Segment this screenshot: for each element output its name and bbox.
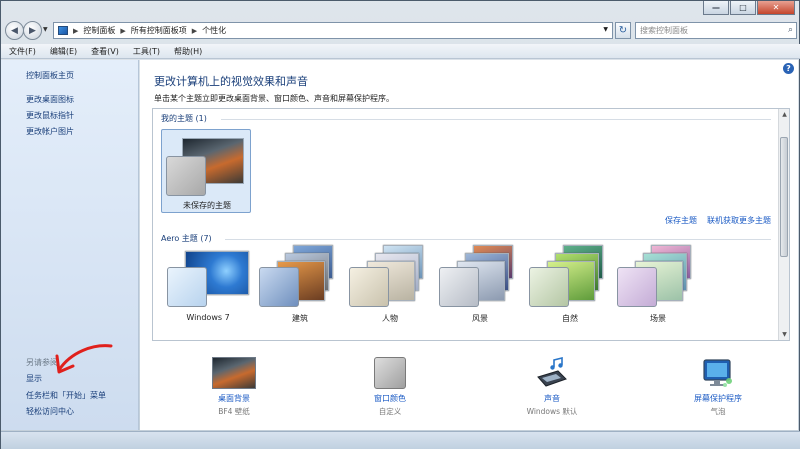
page-description: 单击某个主题立即更改桌面背景、窗口颜色、声音和屏幕保护程序。: [154, 94, 394, 103]
window-color-value: 自定义: [378, 407, 402, 416]
maximize-button[interactable]: □: [730, 1, 756, 15]
save-theme-link[interactable]: 保存主题: [665, 215, 697, 226]
breadcrumb-separator-icon[interactable]: ▶: [192, 27, 197, 35]
minimize-button[interactable]: —: [703, 1, 729, 15]
navigation-bar: ◀ ▶ ▼ ▶ 控制面板 ▶ 所有控制面板项 ▶ 个性化 ▼ ↻ 搜索控制面板 …: [1, 19, 800, 43]
breadcrumb-personalization[interactable]: 个性化: [202, 25, 226, 36]
screen-saver-icon: [703, 359, 732, 387]
page-title: 更改计算机上的视觉效果和声音: [154, 75, 308, 88]
sounds-label: 声音: [544, 394, 560, 403]
theme-name: Windows 7: [186, 313, 230, 322]
taskbar-start-menu-link[interactable]: 任务栏和「开始」菜单: [26, 390, 106, 401]
theme-name: 未保存的主题: [183, 201, 231, 210]
theme-name: 人物: [382, 314, 398, 323]
window-color-icon: [374, 357, 406, 389]
theme-name: 自然: [562, 314, 578, 323]
red-arrow-annotation: [55, 344, 113, 374]
task-pane: 控制面板主页 更改桌面图标 更改鼠标指针 更改帐户图片 另请参阅 显示 任务栏和…: [1, 60, 139, 430]
desktop-background-label: 桌面背景: [218, 394, 250, 403]
search-input[interactable]: 搜索控制面板 ⌕: [635, 22, 797, 39]
help-icon[interactable]: ?: [783, 63, 794, 74]
change-desktop-icons-link[interactable]: 更改桌面图标: [26, 94, 74, 105]
theme-name: 风景: [472, 314, 488, 323]
ease-of-access-link[interactable]: 轻松访问中心: [26, 406, 74, 417]
menu-tools[interactable]: 工具(T): [133, 46, 160, 57]
menu-view[interactable]: 查看(V): [91, 46, 119, 57]
my-themes-group-label: 我的主题 (1): [161, 114, 207, 123]
screen-saver-label: 屏幕保护程序: [694, 394, 742, 403]
get-more-themes-link[interactable]: 联机获取更多主题: [707, 215, 771, 226]
sounds-button[interactable]: 声音 Windows 默认: [492, 357, 612, 417]
control-panel-home-link[interactable]: 控制面板主页: [26, 70, 74, 81]
breadcrumb-separator-icon[interactable]: ▶: [120, 27, 125, 35]
aero-theme-tile[interactable]: 建筑: [255, 245, 345, 329]
sounds-value: Windows 默认: [526, 407, 578, 416]
scroll-thumb[interactable]: [780, 137, 788, 257]
window-color-button[interactable]: 窗口颜色 自定义: [330, 357, 450, 417]
screen-saver-value: 气泡: [710, 407, 726, 416]
unsaved-theme-tile[interactable]: 未保存的主题: [161, 129, 251, 213]
status-bar: [1, 431, 800, 449]
group-divider: [225, 239, 771, 240]
theme-name: 建筑: [292, 314, 308, 323]
breadcrumb-control-panel[interactable]: 控制面板: [83, 25, 115, 36]
scroll-down-icon[interactable]: ▼: [780, 330, 789, 339]
forward-arrow-icon[interactable]: ▶: [23, 21, 42, 40]
theme-name: 场景: [650, 314, 666, 323]
aero-theme-tile[interactable]: 场景: [613, 245, 703, 329]
back-arrow-icon[interactable]: ◀: [5, 21, 24, 40]
aero-themes-group-label: Aero 主题 (7): [161, 234, 212, 243]
aero-theme-tile[interactable]: 人物: [345, 245, 435, 329]
display-link[interactable]: 显示: [26, 373, 42, 384]
desktop-background-value: BF4 壁纸: [218, 407, 250, 416]
theme-actions: 保存主题 联机获取更多主题: [665, 215, 771, 226]
menu-edit[interactable]: 编辑(E): [50, 46, 77, 57]
window-color-swatch: [529, 267, 569, 307]
window-color-label: 窗口颜色: [374, 394, 406, 403]
search-placeholder: 搜索控制面板: [640, 26, 688, 35]
menu-help[interactable]: 帮助(H): [174, 46, 202, 57]
sounds-icon: [537, 357, 567, 387]
aero-theme-tile[interactable]: 风景: [435, 245, 525, 329]
search-icon[interactable]: ⌕: [788, 25, 793, 35]
personalization-window: — □ ✕ ◀ ▶ ▼ ▶ 控制面板 ▶ 所有控制面板项 ▶ 个性化 ▼ ↻ 搜…: [0, 0, 800, 449]
breadcrumb-all-items[interactable]: 所有控制面板项: [131, 25, 187, 36]
refresh-icon[interactable]: ↻: [615, 22, 631, 39]
address-bar[interactable]: ▶ 控制面板 ▶ 所有控制面板项 ▶ 个性化 ▼: [53, 22, 613, 39]
control-panel-icon: [58, 26, 68, 35]
theme-gallery-scrollbar[interactable]: ▲ ▼: [778, 109, 789, 340]
aero-theme-tile[interactable]: Windows 7: [163, 249, 253, 329]
window-color-swatch: [167, 267, 207, 307]
desktop-background-button[interactable]: 桌面背景 BF4 壁纸: [174, 357, 294, 417]
change-account-picture-link[interactable]: 更改帐户图片: [26, 126, 74, 137]
address-dropdown-icon[interactable]: ▼: [603, 26, 608, 33]
scroll-up-icon[interactable]: ▲: [780, 110, 789, 119]
window-color-swatch: [349, 267, 389, 307]
window-color-swatch: [439, 267, 479, 307]
window-controls: — □ ✕: [703, 1, 795, 15]
content-pane: ? 更改计算机上的视觉效果和声音 单击某个主题立即更改桌面背景、窗口颜色、声音和…: [140, 60, 798, 430]
aero-theme-tile[interactable]: 自然: [525, 245, 615, 329]
theme-gallery: 我的主题 (1) 未保存的主题 保存主题 联机获取更多主题 Aero 主题 (7…: [152, 108, 790, 341]
menu-file[interactable]: 文件(F): [9, 46, 36, 57]
window-color-swatch: [259, 267, 299, 307]
recent-pages-dropdown[interactable]: ▼: [43, 26, 48, 33]
window-color-swatch: [617, 267, 657, 307]
screen-saver-button[interactable]: 屏幕保护程序 气泡: [658, 357, 778, 417]
breadcrumb-separator-icon[interactable]: ▶: [73, 27, 78, 35]
close-button[interactable]: ✕: [757, 1, 795, 15]
desktop-background-icon: [212, 357, 256, 389]
window-color-swatch: [166, 156, 206, 196]
menu-bar: 文件(F) 编辑(E) 查看(V) 工具(T) 帮助(H): [1, 44, 800, 59]
change-mouse-pointers-link[interactable]: 更改鼠标指针: [26, 110, 74, 121]
group-divider: [221, 119, 771, 120]
